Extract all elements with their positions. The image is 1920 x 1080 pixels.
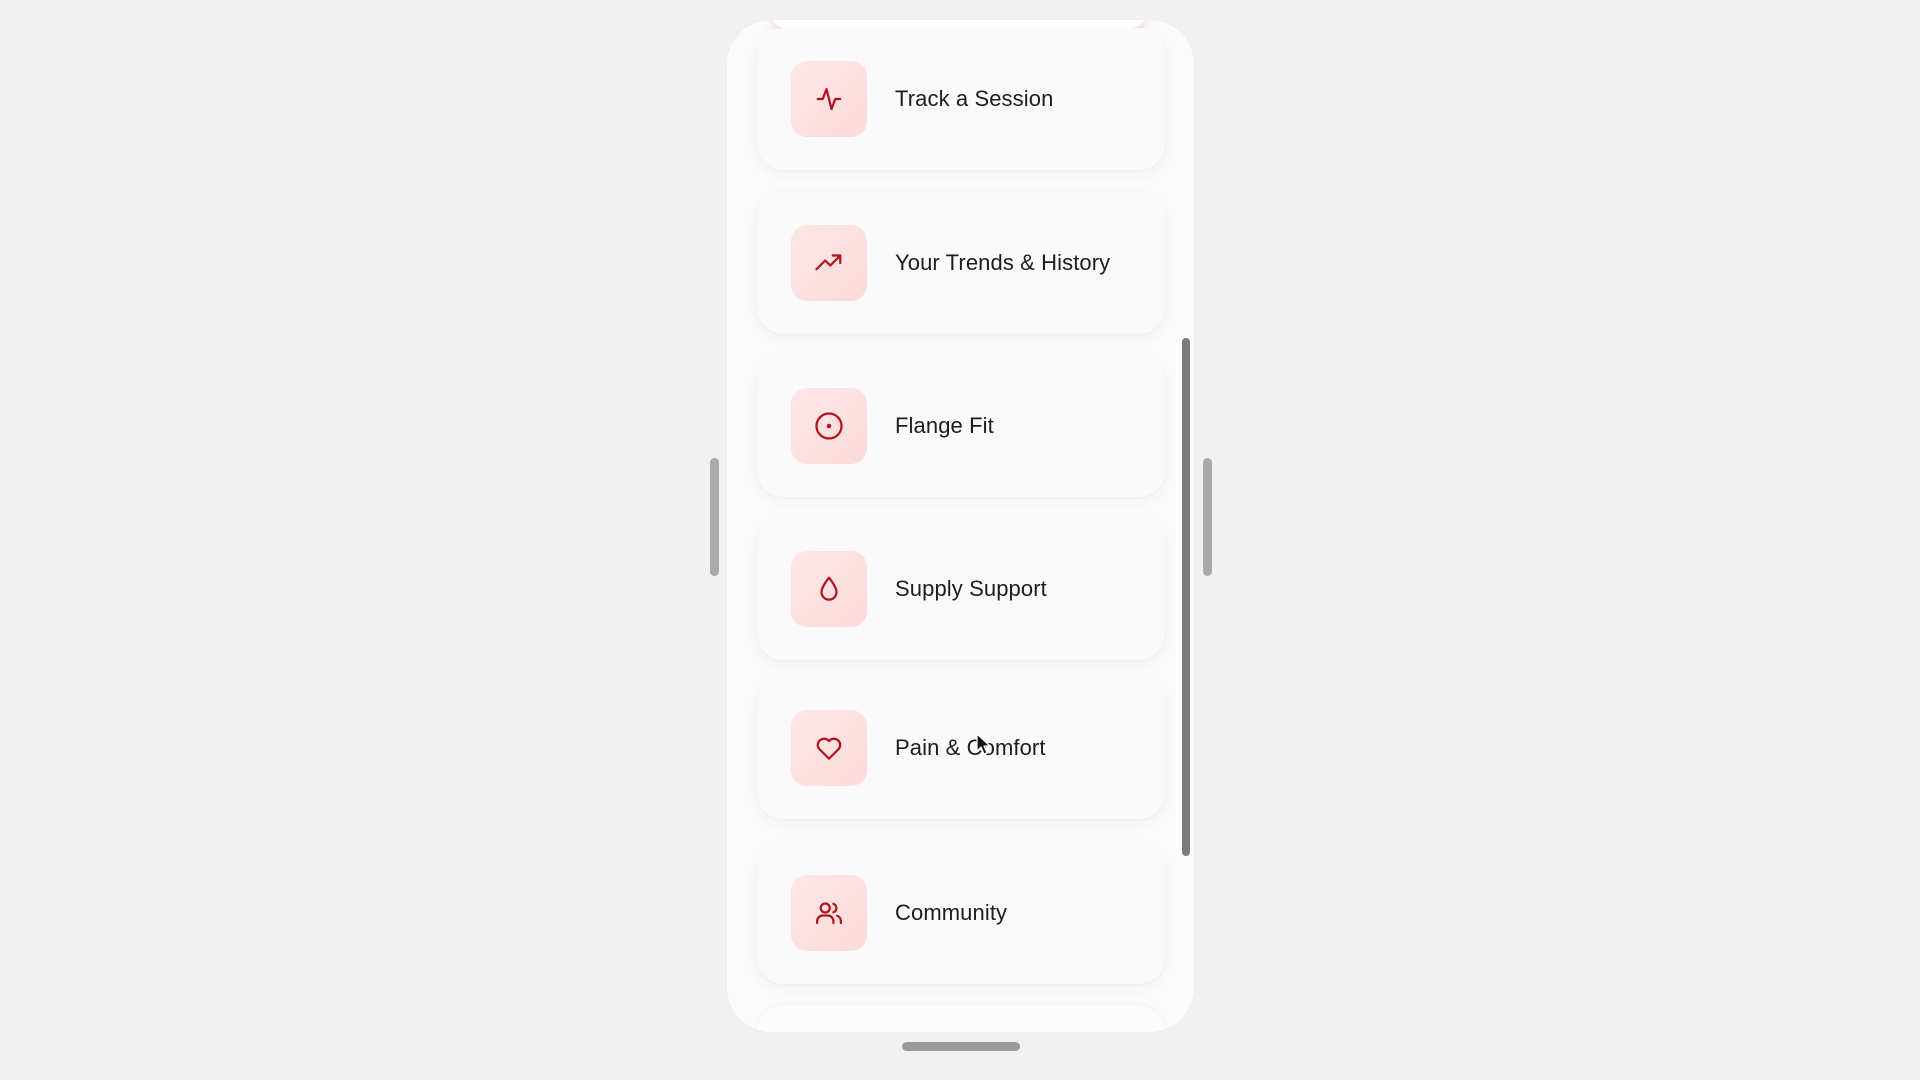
heart-icon [816,737,842,760]
icon-tile [791,225,867,301]
menu-item-pain-comfort[interactable]: Pain & Comfort [757,677,1165,819]
target-icon [815,412,843,440]
home-indicator[interactable] [902,1042,1020,1051]
icon-tile [791,875,867,951]
menu-item-label: Supply Support [895,576,1047,601]
menu-item-label: Track a Session [895,86,1054,111]
phone-frame: Track a Session Your Trends & History Fl… [727,20,1194,1032]
droplet-icon [820,576,838,601]
scrollbar-thumb[interactable] [1182,338,1190,856]
card-partial-bottom [757,1005,1165,1032]
side-button-right[interactable] [1203,458,1212,576]
users-icon [816,902,843,925]
menu-item-label: Community [895,900,1008,925]
trending-up-icon [815,254,842,271]
icon-tile [791,388,867,464]
menu-item-track-session[interactable]: Track a Session [757,28,1165,170]
icon-tile [791,551,867,627]
activity-icon [816,87,842,111]
icon-tile [791,710,867,786]
mouse-cursor-icon [976,733,991,755]
menu-item-label: Your Trends & History [895,250,1111,275]
icon-tile [791,61,867,137]
menu-item-trends-history[interactable]: Your Trends & History [757,192,1165,334]
side-button-left[interactable] [710,458,719,576]
card-partial-top [771,20,1146,28]
menu-item-label: Pain & Comfort [895,735,1046,760]
menu-item-community[interactable]: Community [757,842,1165,984]
menu-item-supply-support[interactable]: Supply Support [757,518,1165,660]
menu-item-label: Flange Fit [895,413,994,438]
menu-item-flange-fit[interactable]: Flange Fit [757,355,1165,497]
screen: Track a Session Your Trends & History Fl… [0,0,1920,1080]
